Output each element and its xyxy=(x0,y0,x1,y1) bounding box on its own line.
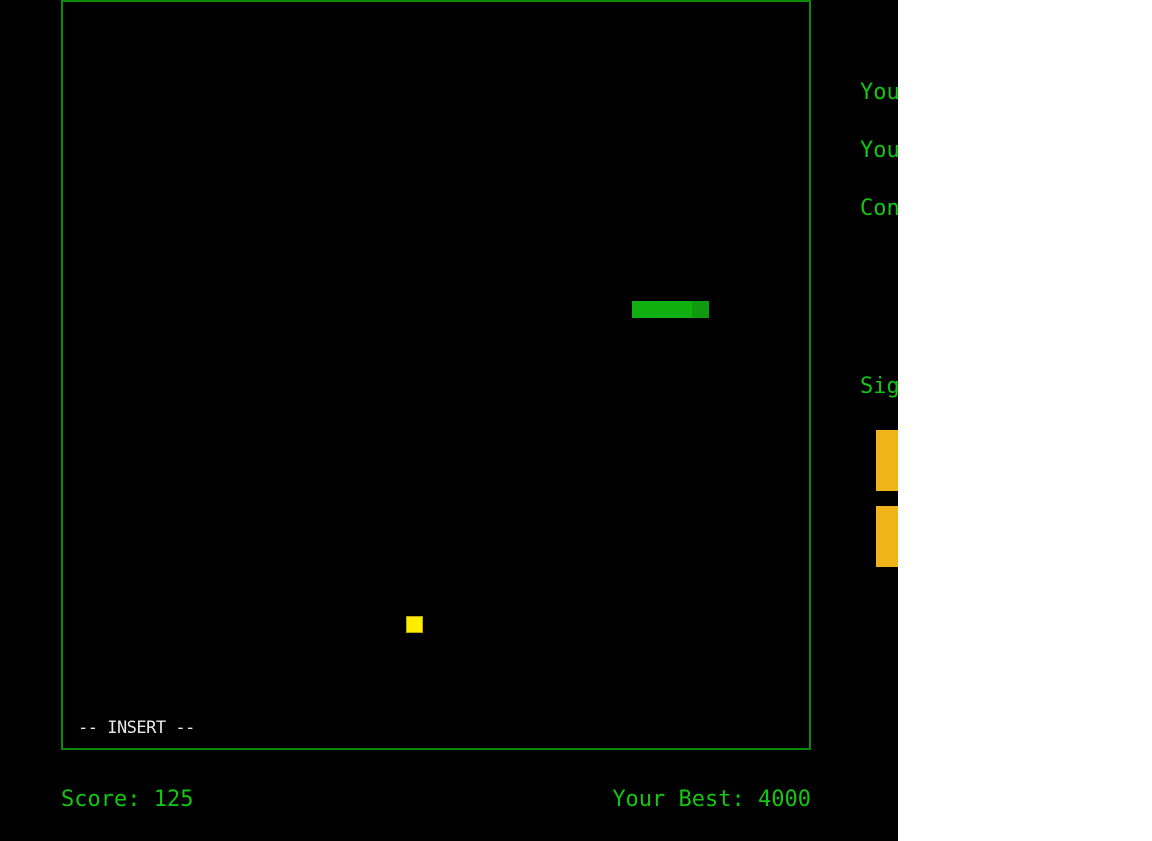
snake-head xyxy=(692,301,709,318)
side-text-2: You xyxy=(860,138,898,163)
game-app: -- INSERT -- Score: 125 Your Best: 4000 … xyxy=(0,0,898,841)
side-panel: You You Con Sig xyxy=(860,0,898,841)
score-display: Score: 125 xyxy=(61,787,194,812)
mode-indicator: -- INSERT -- xyxy=(78,718,195,738)
side-text-1: You xyxy=(860,80,898,105)
side-text-sign: Sig xyxy=(860,374,898,399)
best-score-display: Your Best: 4000 xyxy=(612,787,811,812)
snake xyxy=(632,301,709,318)
snake-body xyxy=(632,301,692,318)
blank-area xyxy=(898,0,1152,841)
sign-in-button-1[interactable] xyxy=(876,430,898,491)
game-board[interactable]: -- INSERT -- xyxy=(61,0,811,750)
sign-in-button-2[interactable] xyxy=(876,506,898,567)
food-pellet xyxy=(406,616,423,633)
side-text-3: Con xyxy=(860,196,898,221)
